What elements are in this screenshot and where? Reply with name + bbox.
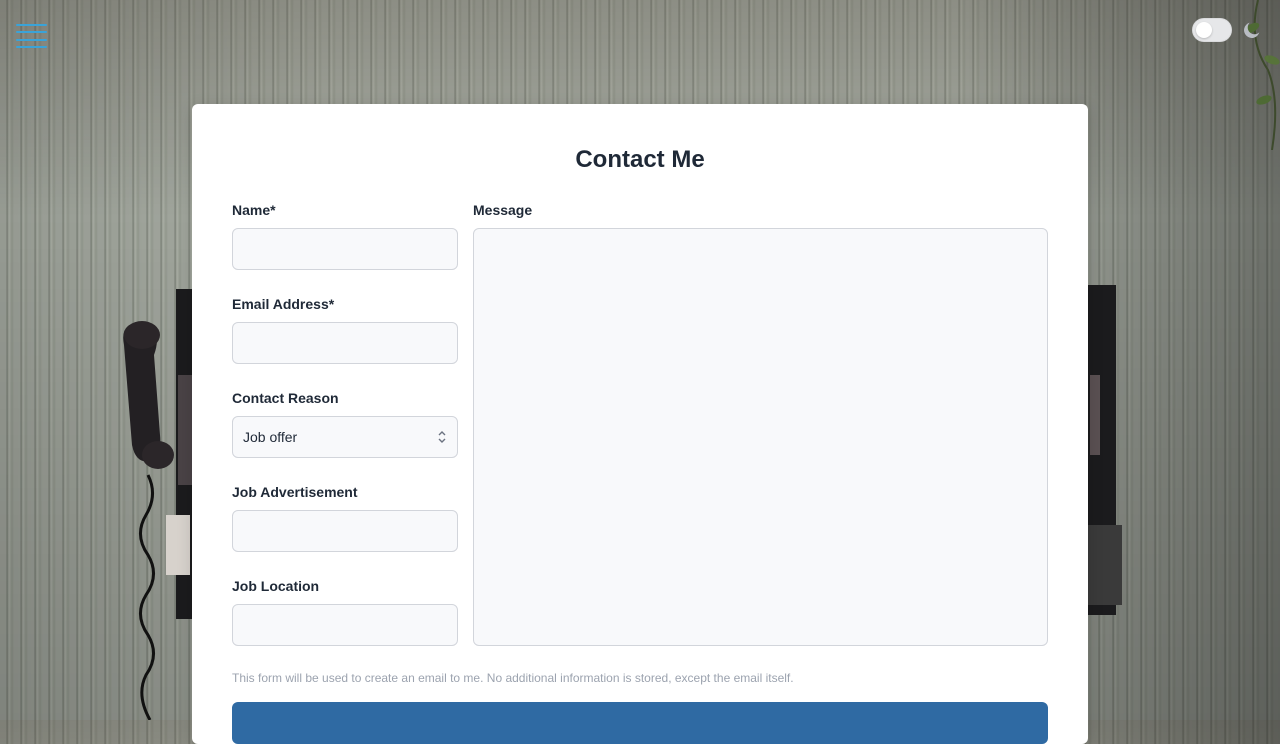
job-advertisement-input[interactable] xyxy=(232,510,458,552)
job-location-label: Job Location xyxy=(232,578,320,594)
job-advertisement-label: Job Advertisement xyxy=(232,484,358,500)
message-textarea[interactable] xyxy=(473,228,1048,646)
page-title: Contact Me xyxy=(575,146,705,173)
email-label: Email Address* xyxy=(232,296,335,312)
job-location-input[interactable] xyxy=(232,604,458,646)
privacy-note: This form will be used to create an emai… xyxy=(232,671,794,685)
chevron-up-down-icon xyxy=(438,431,446,443)
message-label: Message xyxy=(473,202,533,218)
toggle-knob xyxy=(1196,22,1212,38)
submit-button[interactable] xyxy=(232,702,1048,744)
right-telephone-illustration xyxy=(1088,285,1122,615)
email-input[interactable] xyxy=(232,322,458,364)
contact-reason-value: Job offer xyxy=(243,429,298,445)
dark-mode-toggle[interactable] xyxy=(1192,18,1232,42)
left-telephone-illustration xyxy=(123,289,198,720)
theme-controls xyxy=(1192,18,1264,42)
name-label: Name* xyxy=(232,202,276,218)
hamburger-menu-icon[interactable] xyxy=(16,24,47,48)
moon-icon xyxy=(1240,18,1264,42)
contact-reason-label: Contact Reason xyxy=(232,390,339,406)
name-input[interactable] xyxy=(232,228,458,270)
contact-reason-select[interactable]: Job offer xyxy=(232,416,458,458)
contact-form-card: Contact Me Name* Email Address* Contact … xyxy=(192,104,1088,744)
